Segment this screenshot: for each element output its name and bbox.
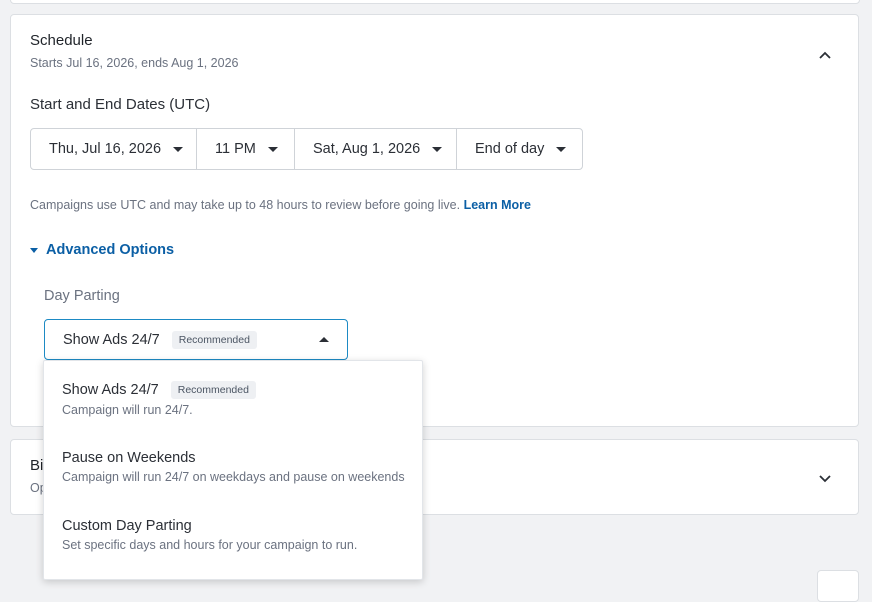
option-desc: Campaign will run 24/7 on weekdays and p… — [62, 470, 405, 484]
option-title: Pause on Weekends — [62, 450, 196, 466]
option-desc: Campaign will run 24/7. — [62, 403, 193, 417]
day-parting-dropdown: Show Ads 24/7 Recommended Campaign will … — [43, 360, 423, 580]
date-range-group: Thu, Jul 16, 2026 11 PM Sat, Aug 1, 2026… — [30, 128, 583, 170]
schedule-title: Schedule — [30, 32, 93, 49]
chevron-down-icon[interactable] — [818, 471, 832, 485]
caret-down-icon — [432, 146, 443, 152]
recommended-badge: Recommended — [170, 381, 256, 399]
start-time-value: 11 PM — [215, 141, 256, 157]
option-title: Custom Day Parting — [62, 518, 192, 534]
option-desc: Set specific days and hours for your cam… — [62, 538, 358, 552]
caret-down-icon — [173, 146, 184, 152]
next-element-edge — [817, 570, 859, 602]
end-date-select[interactable]: Sat, Aug 1, 2026 — [295, 129, 457, 169]
schedule-subtitle: Starts Jul 16, 2026, ends Aug 1, 2026 — [30, 56, 239, 70]
end-time-value: End of day — [475, 141, 545, 157]
day-parting-label: Day Parting — [44, 288, 120, 304]
previous-card-edge — [10, 0, 860, 4]
caret-down-icon — [267, 146, 278, 152]
end-time-select[interactable]: End of day — [457, 129, 582, 169]
advanced-options-label: Advanced Options — [46, 242, 175, 258]
end-date-value: Sat, Aug 1, 2026 — [313, 141, 421, 157]
start-date-value: Thu, Jul 16, 2026 — [49, 141, 162, 157]
advanced-options-toggle[interactable]: Advanced Options — [30, 242, 174, 258]
option-pause-on-weekends[interactable]: Pause on Weekends Campaign will run 24/7… — [62, 450, 405, 484]
day-parting-value: Show Ads 24/7 — [63, 331, 160, 348]
option-show-ads-24-7[interactable]: Show Ads 24/7 Recommended Campaign will … — [62, 381, 256, 417]
chevron-up-icon[interactable] — [818, 48, 832, 62]
option-custom-day-parting[interactable]: Custom Day Parting Set specific days and… — [62, 518, 357, 552]
caret-up-icon — [319, 337, 329, 342]
utc-note-text: Campaigns use UTC and may take up to 48 … — [30, 198, 461, 212]
option-title: Show Ads 24/7 — [62, 382, 159, 398]
start-time-select[interactable]: 11 PM — [197, 129, 295, 169]
utc-note: Campaigns use UTC and may take up to 48 … — [30, 198, 531, 212]
caret-down-icon — [30, 247, 38, 253]
budget-title: Bi — [30, 457, 44, 474]
recommended-badge: Recommended — [171, 330, 257, 349]
day-parting-select[interactable]: Show Ads 24/7 Recommended — [44, 319, 348, 360]
learn-more-link[interactable]: Learn More — [464, 198, 531, 212]
caret-down-icon — [556, 146, 567, 152]
start-date-select[interactable]: Thu, Jul 16, 2026 — [31, 129, 197, 169]
dates-label: Start and End Dates (UTC) — [30, 96, 211, 113]
